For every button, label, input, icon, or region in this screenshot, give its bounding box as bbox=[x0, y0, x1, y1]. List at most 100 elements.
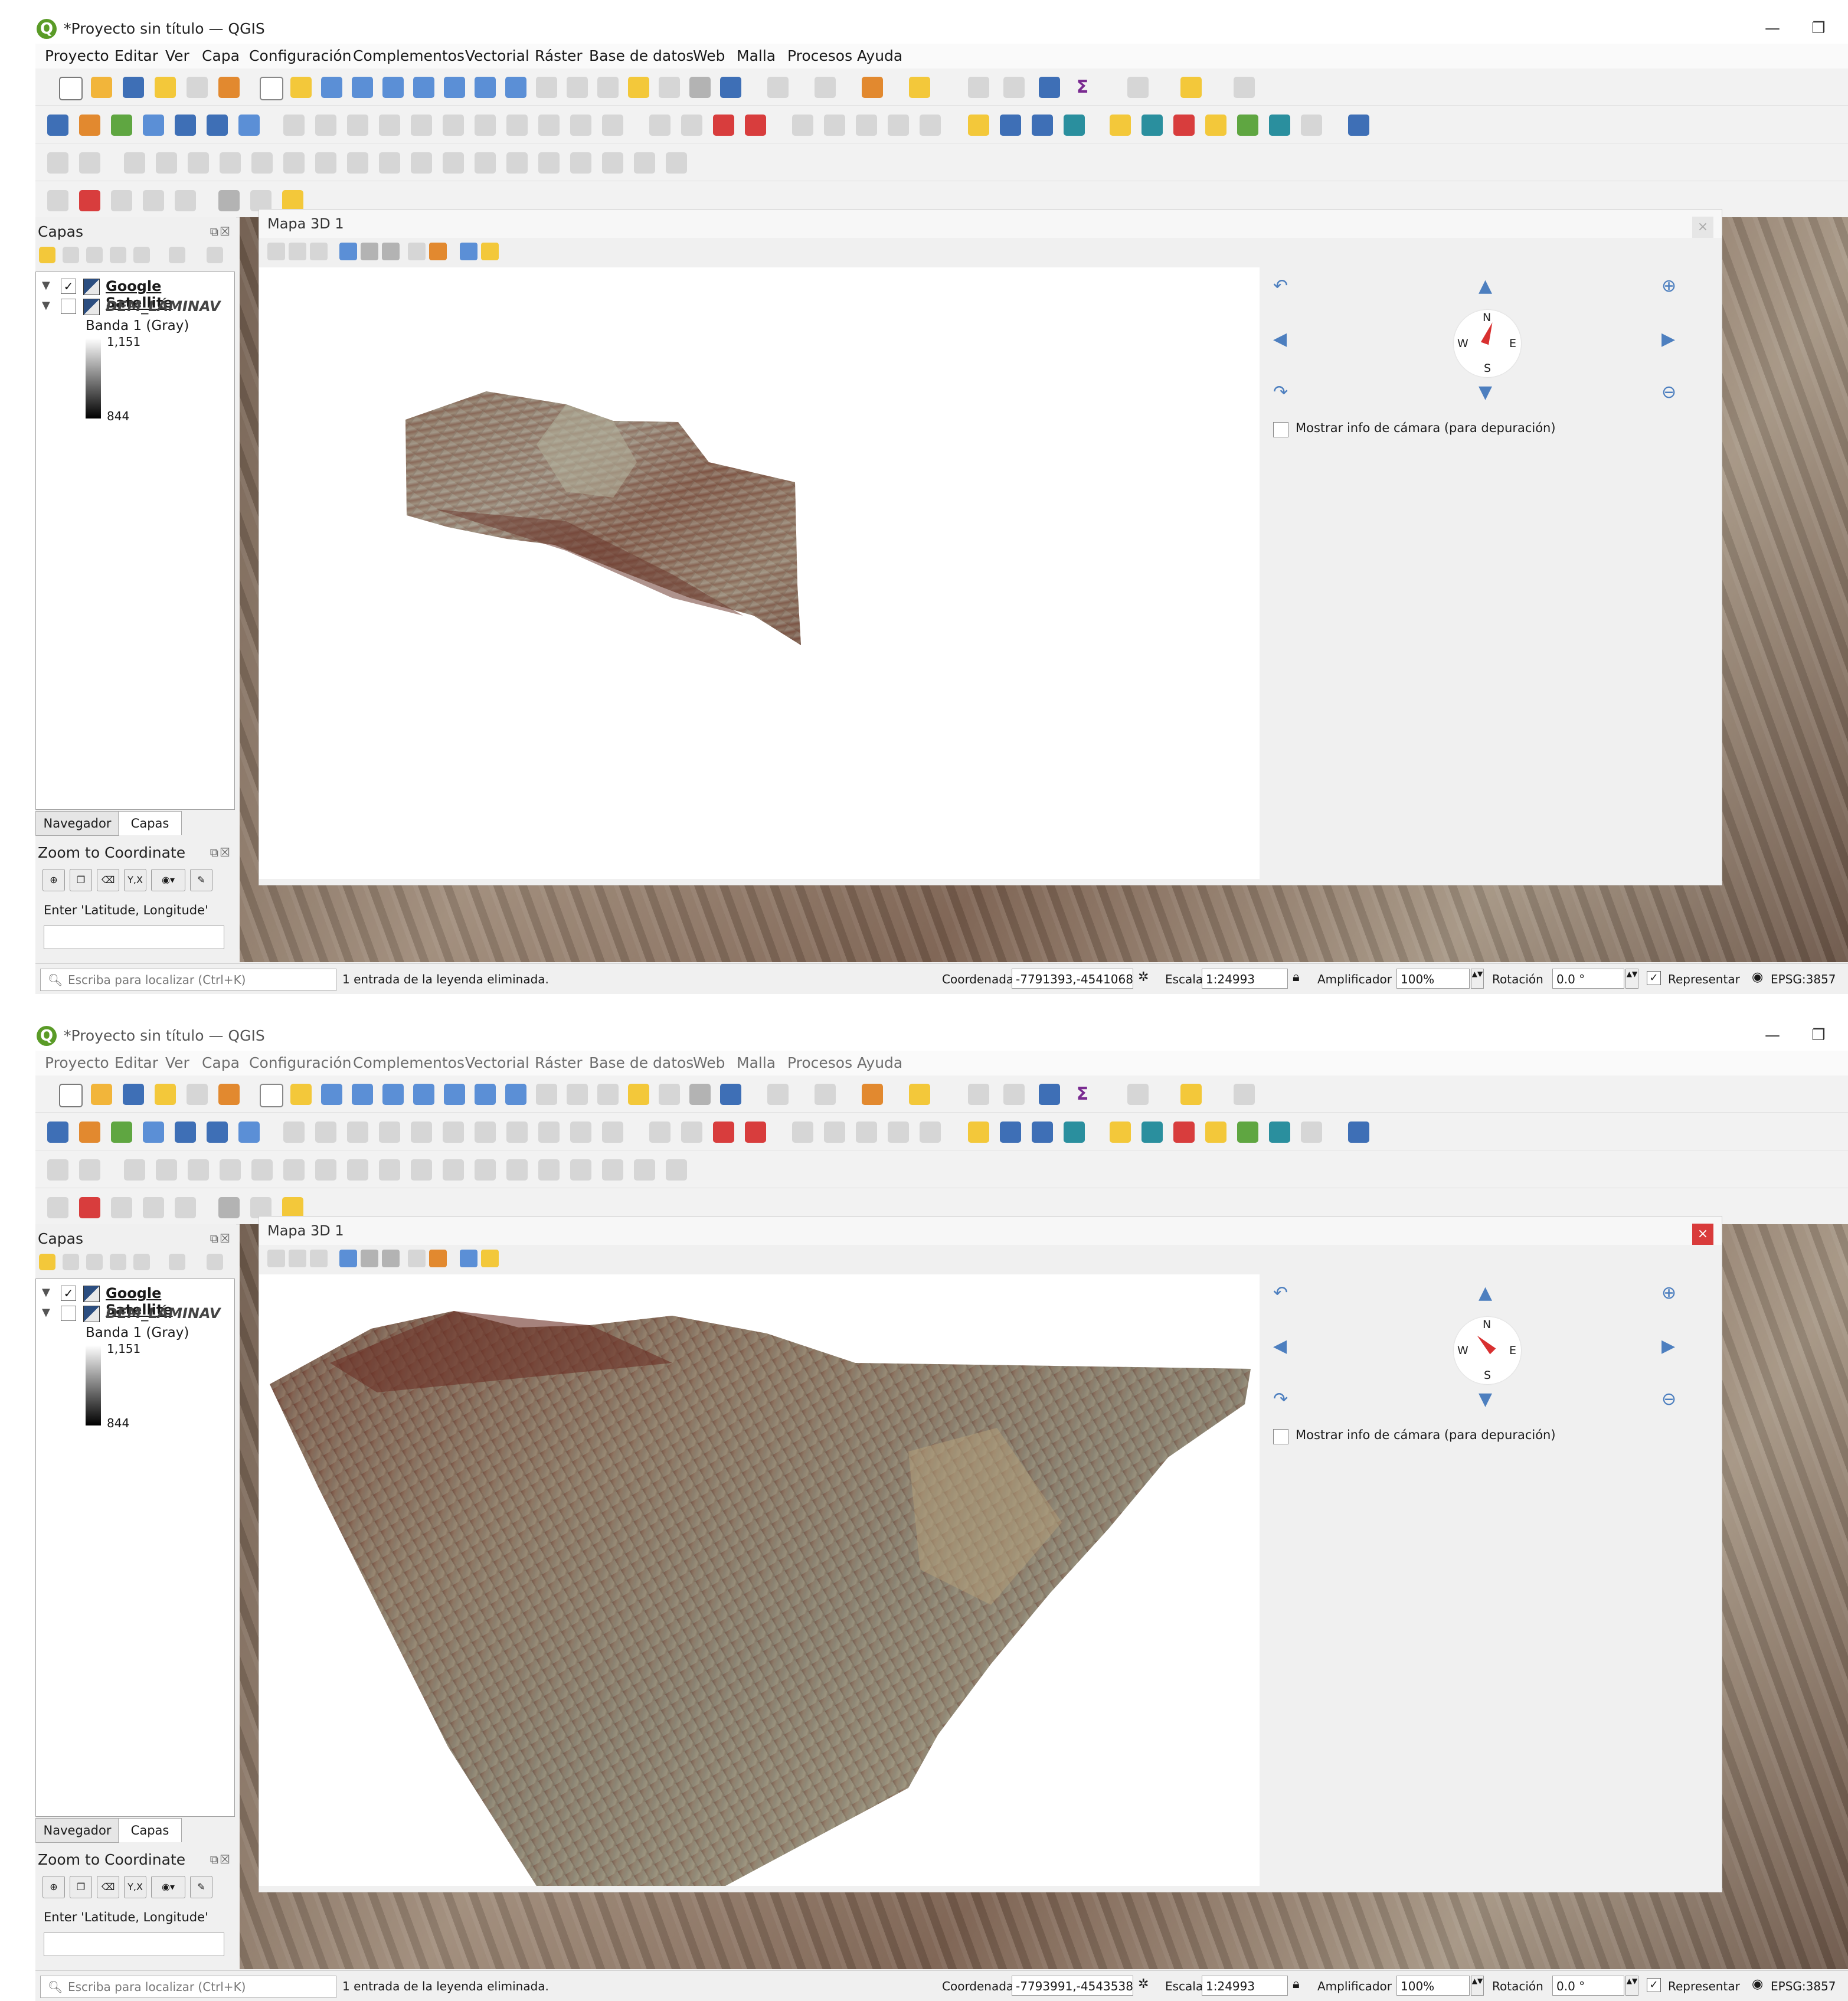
in-icon[interactable] bbox=[1173, 115, 1195, 136]
globe-crs-icon[interactable] bbox=[218, 1197, 240, 1218]
filter-icon[interactable] bbox=[110, 247, 126, 263]
zoom-last-icon[interactable] bbox=[505, 77, 526, 98]
crs-globe-icon[interactable]: ◉ bbox=[1752, 1977, 1763, 1992]
new-virtual-icon[interactable] bbox=[175, 115, 196, 136]
menu-malla[interactable]: Malla bbox=[737, 47, 776, 64]
close-button[interactable]: × bbox=[1692, 217, 1713, 238]
clear-icon[interactable]: ⌫ bbox=[97, 1876, 119, 1898]
menu-configuracion[interactable]: Configuración bbox=[249, 1054, 352, 1071]
add-mesh-icon[interactable] bbox=[238, 1122, 260, 1143]
yx-toggle-button[interactable]: Y,X bbox=[124, 869, 146, 891]
annotation-icon[interactable] bbox=[1180, 1084, 1202, 1105]
statistics-icon[interactable]: Σ bbox=[1072, 1084, 1093, 1105]
menu-complementos[interactable]: Complementos bbox=[353, 1054, 465, 1071]
label-show-icon[interactable] bbox=[888, 115, 909, 136]
copy-icon[interactable]: ❐ bbox=[70, 1876, 92, 1898]
globe3-icon[interactable] bbox=[1064, 1122, 1085, 1143]
pan-up-icon[interactable]: ▲ bbox=[1479, 1283, 1492, 1303]
show-bookmarks-icon[interactable] bbox=[597, 1084, 619, 1105]
measure-icon[interactable] bbox=[1127, 1084, 1149, 1105]
plugin-icon[interactable] bbox=[1141, 115, 1163, 136]
help-icon[interactable] bbox=[1348, 1122, 1369, 1143]
restore-button[interactable]: ❐ bbox=[1807, 1025, 1830, 1046]
menu-ayuda[interactable]: Ayuda bbox=[857, 1054, 902, 1071]
menu-configuracion[interactable]: Configuración bbox=[249, 47, 352, 64]
edit-pencil-icon[interactable] bbox=[283, 1122, 305, 1143]
attribute-table-icon[interactable] bbox=[968, 77, 989, 98]
label-pin-icon[interactable] bbox=[681, 115, 702, 136]
print-layout-icon[interactable] bbox=[187, 77, 208, 98]
trim-icon[interactable] bbox=[475, 1159, 496, 1181]
coordinate-field[interactable]: -7791393,-4541068 bbox=[1012, 969, 1133, 989]
scale-combo[interactable]: 1:24993 bbox=[1202, 1976, 1288, 1996]
edit-pencil-icon[interactable] bbox=[283, 115, 305, 136]
export-3d-icon[interactable] bbox=[408, 243, 426, 260]
menu-web[interactable]: Web bbox=[693, 47, 725, 64]
pin-red-icon[interactable] bbox=[79, 1197, 100, 1218]
label-rotate-icon[interactable] bbox=[824, 115, 845, 136]
label-diagram-icon[interactable] bbox=[920, 1122, 941, 1143]
identify-features-icon[interactable] bbox=[909, 1084, 930, 1105]
scale-combo[interactable]: 1:24993 bbox=[1202, 969, 1288, 989]
menu-base-de-datos[interactable]: Base de datos bbox=[589, 1054, 694, 1071]
zoom-next-icon[interactable] bbox=[536, 77, 557, 98]
rotate-ccw-icon[interactable]: ↶ bbox=[1273, 276, 1288, 296]
locator-search-input[interactable]: 🔍︎ Escriba para localizar (Ctrl+K) bbox=[40, 969, 336, 991]
manage-themes-icon[interactable] bbox=[86, 1254, 103, 1270]
compass[interactable]: N S E W bbox=[1454, 310, 1521, 377]
tab-capas[interactable]: Capas bbox=[118, 1818, 182, 1842]
yx-toggle-button[interactable]: Y,X bbox=[124, 1876, 146, 1898]
menu-vectorial[interactable]: Vectorial bbox=[465, 47, 529, 64]
effects-3d-icon[interactable] bbox=[429, 243, 447, 260]
delete-ring-icon[interactable] bbox=[315, 152, 336, 174]
delete-icon[interactable] bbox=[443, 115, 464, 136]
pan-down-icon[interactable]: ▼ bbox=[1479, 1389, 1492, 1410]
export-3d-icon[interactable] bbox=[408, 1250, 426, 1267]
rotate-cw-icon[interactable]: ↷ bbox=[1273, 1389, 1288, 1410]
python-icon[interactable] bbox=[1110, 115, 1131, 136]
collapse-arrow-icon[interactable]: ▼ bbox=[42, 1306, 50, 1319]
new-bookmark-icon[interactable] bbox=[567, 77, 588, 98]
globe3-icon[interactable] bbox=[1064, 115, 1085, 136]
zoom-layer-icon[interactable] bbox=[444, 77, 465, 98]
align-icon[interactable] bbox=[666, 152, 687, 174]
coordinate-field[interactable]: -7793991,-4543538 bbox=[1012, 1976, 1133, 1996]
tab-navegador[interactable]: Navegador bbox=[35, 1818, 119, 1843]
fill-ring-icon[interactable] bbox=[283, 152, 305, 174]
paste-icon[interactable] bbox=[538, 1122, 560, 1143]
minimize-button[interactable]: — bbox=[1761, 1025, 1784, 1046]
label-change-icon[interactable] bbox=[856, 115, 877, 136]
zoom-native-icon[interactable] bbox=[475, 77, 496, 98]
rotate-icon[interactable] bbox=[156, 152, 177, 174]
label-move-icon[interactable] bbox=[792, 115, 813, 136]
processing-gear-icon[interactable] bbox=[1039, 1084, 1060, 1105]
label-change-icon[interactable] bbox=[856, 1122, 877, 1143]
new-temp-layer-icon[interactable] bbox=[143, 115, 164, 136]
redo-icon[interactable] bbox=[602, 115, 623, 136]
label-show-icon[interactable] bbox=[888, 1122, 909, 1143]
open-project-icon[interactable] bbox=[91, 1084, 112, 1105]
layer-row-google-satellite[interactable]: ▼ ✓ Google Satellite bbox=[36, 277, 231, 311]
annotation-icon[interactable] bbox=[1180, 77, 1202, 98]
save-edits-icon[interactable] bbox=[347, 1122, 368, 1143]
new-decoration-icon[interactable] bbox=[659, 77, 680, 98]
xy-icon[interactable] bbox=[250, 190, 272, 211]
render-checkbox[interactable]: ✓ bbox=[1647, 971, 1661, 985]
map-tips-icon[interactable] bbox=[628, 77, 649, 98]
3d-icon[interactable] bbox=[1269, 115, 1290, 136]
play-3d-icon[interactable] bbox=[382, 243, 400, 260]
zoom-in-icon[interactable]: ⊕ bbox=[1661, 1283, 1676, 1303]
cut-icon[interactable] bbox=[475, 1122, 496, 1143]
show-bookmarks-icon[interactable] bbox=[597, 77, 619, 98]
vertex-tool-icon[interactable] bbox=[411, 1122, 432, 1143]
grid-3d-icon[interactable] bbox=[289, 243, 306, 260]
split-icon[interactable] bbox=[79, 1159, 100, 1181]
zoom-out-icon[interactable] bbox=[352, 77, 373, 98]
menu-raster[interactable]: Ráster bbox=[535, 47, 583, 64]
menu-3d-icon[interactable] bbox=[361, 243, 378, 260]
new-geopackage-icon[interactable] bbox=[79, 115, 100, 136]
rotation-field[interactable]: 0.0 ° bbox=[1552, 969, 1624, 989]
graph-icon[interactable] bbox=[1301, 115, 1322, 136]
zoom-in-icon[interactable]: ⊕ bbox=[42, 1876, 65, 1898]
snap-icon[interactable] bbox=[47, 1159, 68, 1181]
